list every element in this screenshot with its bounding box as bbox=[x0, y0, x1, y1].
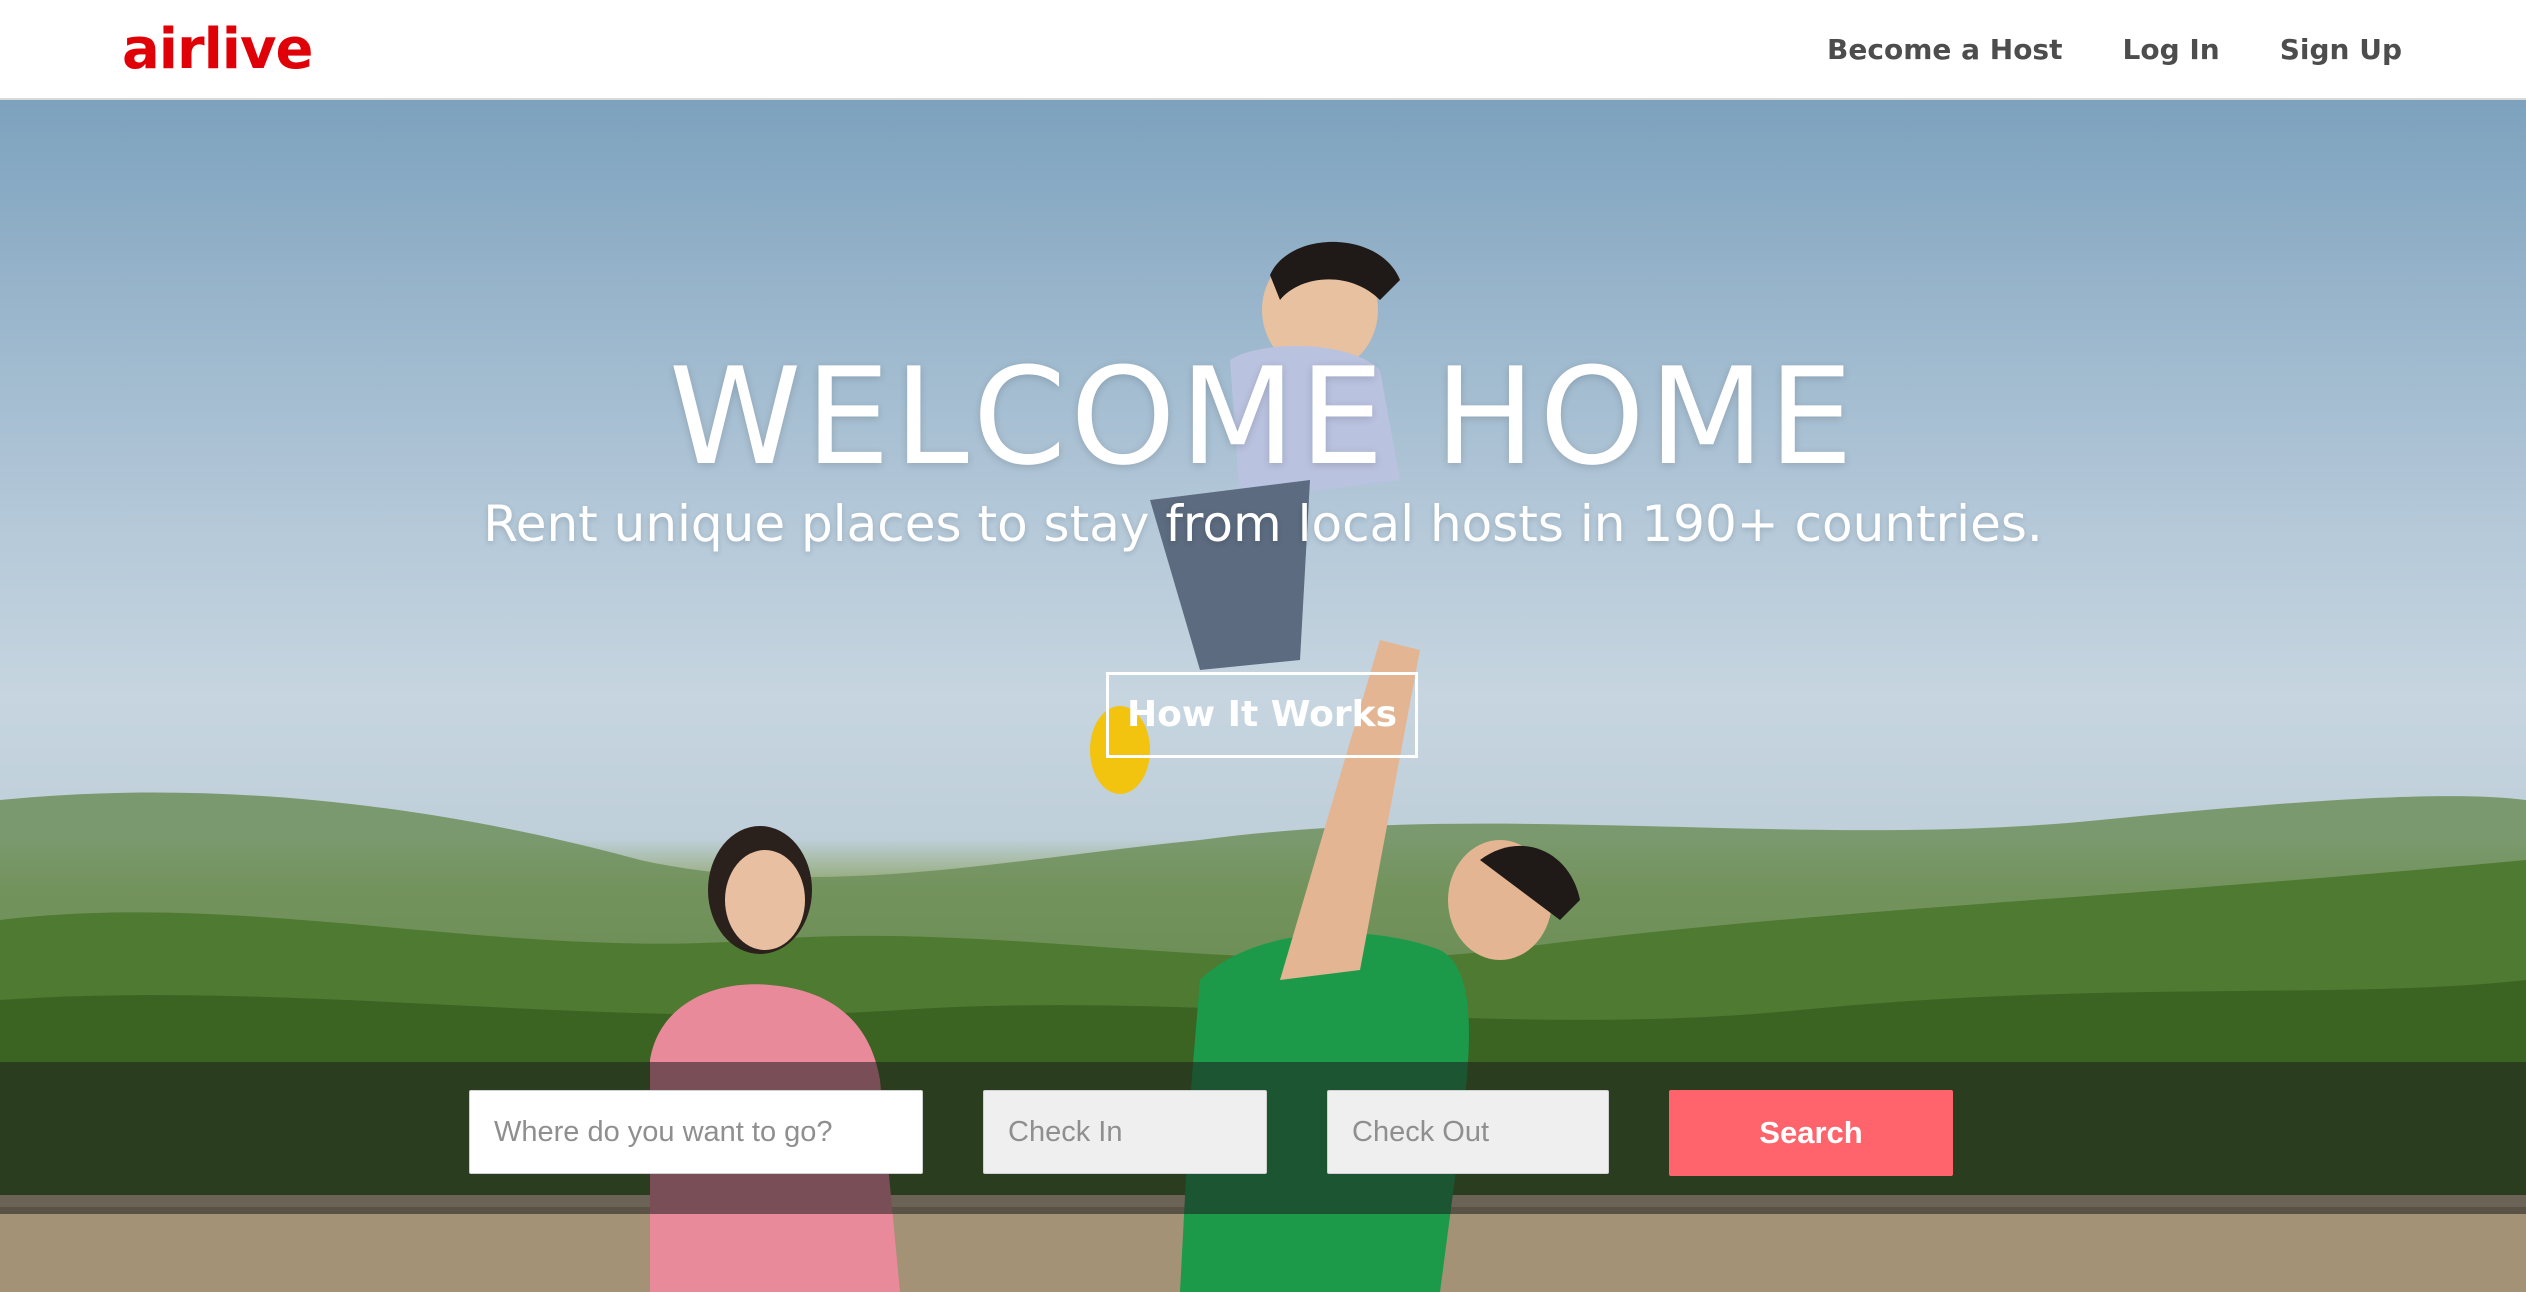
nav-sign-up-link[interactable]: Sign Up bbox=[2280, 26, 2402, 74]
check-in-input[interactable] bbox=[983, 1090, 1267, 1174]
nav-become-a-host-link[interactable]: Become a Host bbox=[1827, 26, 2062, 74]
search-button[interactable]: Search bbox=[1669, 1090, 1953, 1176]
hero-subtitle: Rent unique places to stay from local ho… bbox=[483, 495, 2043, 553]
hero-title: WELCOME HOME bbox=[668, 339, 1858, 495]
nav-links: Become a Host Log In Sign Up bbox=[1827, 26, 2402, 74]
nav-log-in-link[interactable]: Log In bbox=[2122, 26, 2219, 74]
destination-input[interactable] bbox=[469, 1090, 923, 1174]
hero-section: WELCOME HOME Rent unique places to stay … bbox=[0, 100, 2526, 1292]
brand-logo[interactable]: airlive bbox=[122, 14, 313, 86]
search-bar: Search bbox=[0, 1062, 2526, 1214]
how-it-works-button[interactable]: How It Works bbox=[1106, 672, 1418, 758]
check-out-input[interactable] bbox=[1327, 1090, 1609, 1174]
top-navbar: airlive Become a Host Log In Sign Up bbox=[0, 0, 2526, 100]
